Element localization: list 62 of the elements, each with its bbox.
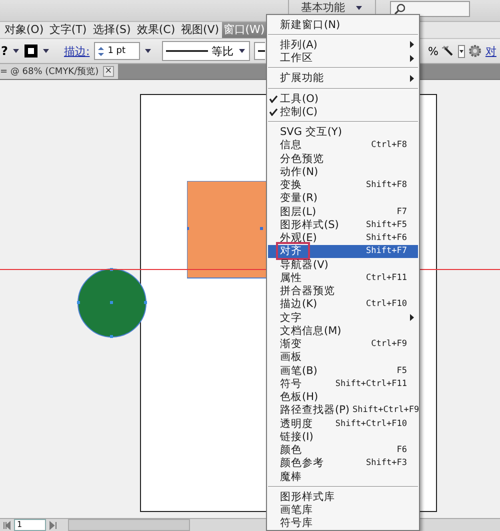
menu-item[interactable]: 路径查找器(P) Shift+Ctrl+F9 <box>268 404 418 417</box>
gear-icon[interactable] <box>469 45 482 57</box>
search-field[interactable] <box>390 1 470 17</box>
menu-item[interactable]: 分色预览 <box>268 152 418 166</box>
menu-item[interactable]: 对象(O) <box>2 22 46 38</box>
menu-item[interactable]: 控制(C) <box>268 105 418 118</box>
stroke-swatch[interactable] <box>24 44 38 58</box>
menu-item[interactable]: 符号 Shift+Ctrl+F11 <box>268 377 418 390</box>
page-field[interactable]: 1 <box>14 519 46 531</box>
menu-item[interactable]: 图形样式(S) Shift+F5 <box>268 218 418 232</box>
menu-item[interactable]: 链接(I) <box>268 430 418 444</box>
menu-item[interactable]: 新建窗口(N) <box>268 18 418 32</box>
menu-item[interactable]: 魔棒 <box>268 470 418 484</box>
menu-item[interactable]: 色板(H) <box>268 390 418 404</box>
menu-item[interactable]: 渐变 Ctrl+F9 <box>268 338 418 351</box>
menu-item[interactable]: 图层(L) F7 <box>268 205 418 218</box>
menu-item[interactable]: 工作区 <box>268 52 418 65</box>
menu-item[interactable]: 符号库 <box>268 516 418 530</box>
first-page-icon[interactable] <box>3 520 11 530</box>
menu-item[interactable]: 扩展功能 <box>268 72 418 85</box>
menu-item[interactable]: 导航器(V) <box>268 258 418 272</box>
menu-item[interactable]: 文字 <box>268 311 418 324</box>
menu-item[interactable]: 描边(K) Ctrl+F10 <box>268 298 418 311</box>
align-link[interactable]: 对 <box>485 44 496 58</box>
opacity-unit: % <box>428 44 438 58</box>
circle-shape[interactable] <box>77 268 148 339</box>
menu-item[interactable]: 变换 Shift+F8 <box>268 178 418 192</box>
menu-item[interactable]: 外观(E) Shift+F6 <box>268 232 418 245</box>
menu-item[interactable]: 工具(O) <box>268 92 418 106</box>
menu-item[interactable]: 画笔库 <box>268 504 418 517</box>
document-tab[interactable]: = @ 68% (CMYK/预览) <box>0 65 99 78</box>
menu-item[interactable]: 变量(R) <box>268 192 418 205</box>
menu-item[interactable]: 透明度 Shift+Ctrl+F10 <box>268 417 418 430</box>
menu-item[interactable]: 视图(V) <box>178 22 222 38</box>
menu-item[interactable]: 画板 <box>268 350 418 364</box>
wand-icon[interactable] <box>442 45 454 57</box>
close-button[interactable]: × <box>102 66 114 77</box>
menu-item[interactable]: 文字(T) <box>46 22 90 38</box>
menu-item[interactable]: 颜色 F6 <box>268 444 418 457</box>
menu-item[interactable]: 对齐 Shift+F7 <box>268 244 418 258</box>
menu-item[interactable]: 选择(S) <box>90 22 134 38</box>
menu-item[interactable]: SVG 交互(Y) <box>268 126 418 139</box>
menu-item[interactable]: 文档信息(M) <box>268 324 418 338</box>
stroke-weight-field[interactable]: 1 pt <box>94 42 140 60</box>
menu-item[interactable]: 画笔(B) F5 <box>268 364 418 378</box>
brush-dropdown[interactable] <box>254 42 265 60</box>
stroke-link[interactable]: 描边: <box>64 44 90 58</box>
fill-indicator[interactable]: ? <box>1 44 8 58</box>
stroke-profile-dropdown[interactable]: 等比 <box>162 41 250 61</box>
menu-item[interactable]: 拼合器预览 <box>268 284 418 298</box>
search-icon <box>394 3 405 15</box>
workspace-switcher[interactable]: 基本功能 <box>301 0 345 15</box>
menu-item[interactable]: 图形样式库 <box>268 490 418 504</box>
menu-item[interactable]: 属性 Ctrl+F11 <box>268 271 418 284</box>
spinner-icon[interactable] <box>96 46 105 56</box>
menu-item[interactable]: 效果(C) <box>134 22 178 38</box>
caret-icon[interactable] <box>458 44 466 58</box>
menu-item[interactable]: 颜色参考 Shift+F3 <box>268 456 418 470</box>
last-page-icon[interactable] <box>49 520 57 530</box>
menu-item[interactable]: 动作(N) <box>268 165 418 178</box>
menu-item[interactable]: 信息 Ctrl+F8 <box>268 138 418 152</box>
menu-item[interactable]: 排列(A) <box>268 38 418 52</box>
